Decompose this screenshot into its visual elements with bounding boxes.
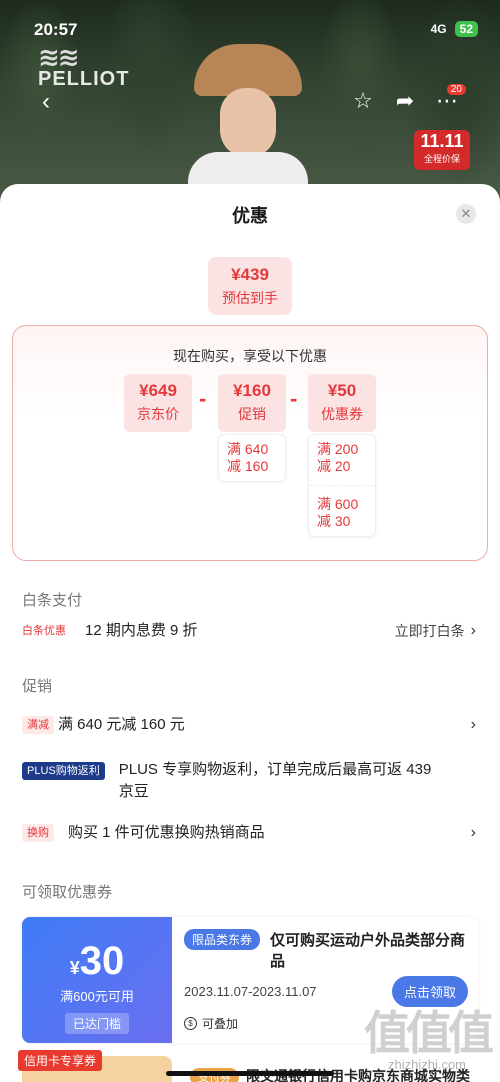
- coupon-condition-1-line1: 满 200: [317, 441, 359, 457]
- promo-1111-label: 11.11: [420, 131, 464, 151]
- jd-price-value: ¥649: [139, 381, 177, 400]
- coupon-date: 2023.11.07-2023.11.07: [184, 984, 317, 999]
- jd-price-label: 京东价: [137, 406, 179, 422]
- chevron-right-icon: ›: [470, 716, 476, 733]
- plus-rebate-tag: PLUS购物返利: [22, 762, 105, 780]
- coupon-condition-2-line2: 减 30: [317, 513, 351, 529]
- brand-name: PELLIOT: [38, 68, 130, 90]
- minus-sign: -: [199, 386, 207, 411]
- share-icon[interactable]: ➦: [392, 88, 418, 114]
- back-arrow-icon[interactable]: ‹: [42, 88, 50, 116]
- baitiao-tag: 白条优惠: [22, 625, 66, 637]
- coupon-conditions: 满 200 减 20 满 600 减 30: [308, 434, 376, 537]
- promotion-heading: 促销: [22, 678, 53, 695]
- stack-icon: $: [184, 1017, 197, 1030]
- sheet-title: 优惠: [232, 206, 268, 226]
- promotion-condition-line1: 满 640: [227, 441, 269, 457]
- discount-breakdown: 现在购买，享受以下优惠 ¥649 京东价 - ¥160 促销 - ¥50 优惠券…: [12, 325, 488, 561]
- breakdown-title: 现在购买，享受以下优惠: [173, 348, 327, 364]
- coupon-card: ¥50 优惠券: [308, 374, 376, 432]
- claim-coupon-button[interactable]: 点击领取: [391, 976, 468, 1007]
- promotion-text: 满 640 元减 160 元: [58, 716, 185, 733]
- baitiao-row[interactable]: 白条优惠 12 期内息费 9 折 立即打白条 ›: [22, 620, 476, 642]
- coupon-name: 仅可购买运动户外品类部分商品: [270, 932, 466, 970]
- coupon-amount-panel: ¥30 满600元可用 已达门槛: [22, 917, 172, 1043]
- discount-sheet: 优惠 ✕ ¥439 预估到手 现在购买，享受以下优惠 ¥649 京东价 - ¥1…: [0, 184, 500, 1082]
- promotion-label: 促销: [238, 406, 266, 422]
- promotion-tag: 满减: [22, 716, 54, 734]
- estimated-price-card: ¥439 预估到手: [208, 257, 292, 315]
- credit-card-coupon-tag: 信用卡专享券: [18, 1050, 103, 1071]
- stackable-label: 可叠加: [202, 1017, 239, 1031]
- promotion-item[interactable]: 换购 购买 1 件可优惠换购热销商品 ›: [22, 822, 476, 844]
- close-icon[interactable]: ✕: [456, 204, 476, 224]
- chevron-right-icon: ›: [470, 622, 476, 639]
- coupon-condition-2-line1: 满 600: [317, 496, 359, 512]
- wave-logo-icon: ≋≋: [38, 42, 80, 72]
- minus-sign: -: [290, 386, 298, 411]
- battery-indicator: 52: [454, 21, 478, 37]
- promotion-card: ¥160 促销: [218, 374, 286, 432]
- product-hero: 20:57 4G 52 ≋≋ PELLIOT ‹ ☆ ➦ ⋯ 20 11.11 …: [0, 0, 500, 200]
- signal-indicator: 4G: [430, 22, 447, 36]
- baitiao-text: 12 期内息费 9 折: [85, 622, 198, 639]
- promotion-text: 购买 1 件可优惠换购热销商品: [68, 824, 265, 841]
- promotion-condition: 满 640 减 160: [218, 434, 286, 482]
- brand-logo: ≋≋ PELLIOT: [38, 42, 130, 91]
- home-indicator: [166, 1071, 334, 1076]
- baitiao-heading: 白条支付: [22, 592, 83, 609]
- threshold-reached-label: 已达门槛: [64, 1013, 129, 1034]
- coupons-heading: 可领取优惠券: [22, 884, 113, 901]
- price-protect-badge: 11.11 全程价保: [414, 130, 470, 170]
- watermark-site: zhizhizhi.com: [387, 1057, 467, 1072]
- coupon-amount: ¥30: [69, 939, 125, 983]
- top-action-bar: ☆ ➦ ⋯: [350, 88, 460, 114]
- message-count-badge: 20: [446, 84, 466, 95]
- promo-price-protect-label: 全程价保: [423, 154, 460, 164]
- promotion-condition-line2: 减 160: [227, 458, 269, 474]
- stackable-note: $ 可叠加: [184, 1015, 238, 1032]
- coupon-label: 优惠券: [321, 406, 363, 422]
- site-watermark: 值值值 zhizhizhi.com: [364, 1007, 494, 1072]
- status-bar-right: 4G 52: [431, 21, 478, 37]
- estimated-price: ¥439: [231, 265, 269, 284]
- baitiao-action[interactable]: 立即打白条: [395, 621, 465, 641]
- product-model-image: [188, 40, 308, 200]
- jd-price-card: ¥649 京东价: [124, 374, 192, 432]
- promotion-item: PLUS购物返利 PLUS 专享购物返利，订单完成后最高可返 439 京豆: [22, 759, 476, 803]
- promotion-item[interactable]: 满减 满 640 元减 160 元 ›: [22, 714, 476, 736]
- exchange-tag: 换购: [22, 824, 54, 842]
- watermark-logo: 值值值: [364, 1007, 494, 1059]
- chevron-right-icon: ›: [470, 824, 476, 841]
- coupon-condition: 满600元可用: [60, 989, 134, 1004]
- status-time: 20:57: [34, 20, 78, 39]
- coupon-condition-1-line2: 减 20: [317, 458, 351, 474]
- estimated-price-label: 预估到手: [222, 290, 278, 306]
- star-icon[interactable]: ☆: [350, 88, 376, 114]
- promotion-value: ¥160: [233, 381, 271, 400]
- promotion-text: PLUS 专享购物返利，订单完成后最高可返 439 京豆: [118, 761, 432, 800]
- coupon-type-tag: 限品类东券: [184, 929, 261, 950]
- coupon-value: ¥50: [327, 381, 357, 400]
